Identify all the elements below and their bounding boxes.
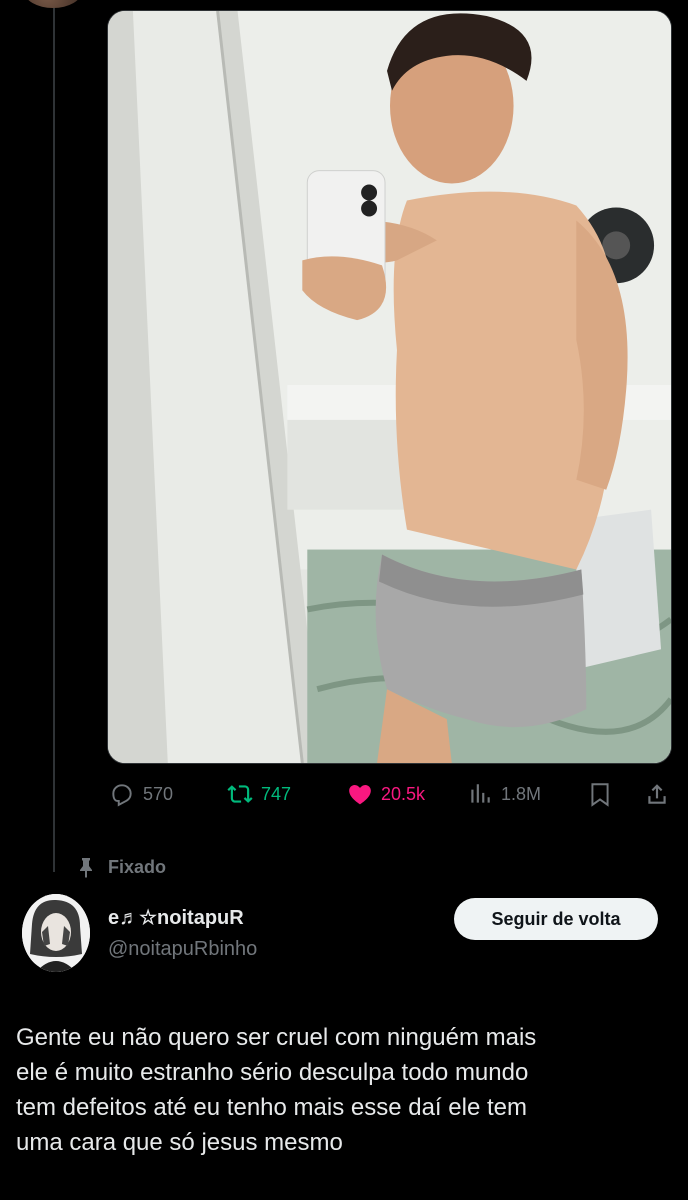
post-text-line: ele é muito estranho sério desculpa todo… — [16, 1059, 529, 1086]
post-media-photo[interactable] — [107, 10, 672, 764]
pinned-indicator: Fixado — [76, 856, 166, 878]
reply-icon — [112, 784, 132, 807]
pin-icon — [80, 858, 92, 878]
pinned-label: Fixado — [108, 856, 167, 877]
previous-author-avatar[interactable] — [24, 0, 82, 8]
thread-line — [53, 0, 55, 872]
post-text-line: Gente eu não quero ser cruel com ninguém… — [16, 1024, 537, 1051]
post-text-line: tem defeitos até eu tenho mais esse daí … — [16, 1094, 527, 1121]
like-icon — [349, 785, 371, 805]
bookmark-button[interactable] — [587, 776, 613, 812]
like-button[interactable]: 20.5k — [347, 776, 425, 812]
post-text: Gente eu não quero ser cruel com ninguém… — [16, 1020, 666, 1160]
share-button[interactable] — [644, 776, 670, 812]
views-count: 1.8M — [501, 783, 542, 804]
author-handle[interactable]: @noitapuRbinho — [108, 938, 257, 961]
follow-back-button[interactable]: Seguir de volta — [454, 898, 658, 940]
like-count: 20.5k — [381, 783, 426, 804]
views-button[interactable]: 1.8M — [467, 776, 541, 812]
repost-icon — [227, 785, 253, 803]
views-icon — [471, 784, 490, 803]
author-display-name[interactable]: e♬☆noitapuR — [108, 905, 244, 930]
bookmark-icon — [591, 783, 609, 807]
author-avatar[interactable] — [22, 894, 90, 972]
reply-count: 570 — [143, 783, 174, 804]
repost-count: 747 — [261, 783, 292, 804]
post-text-line: uma cara que só jesus mesmo — [16, 1129, 343, 1156]
post-action-bar: 570 747 20.5k 1.8M — [107, 776, 672, 812]
share-icon — [648, 784, 666, 804]
repost-button[interactable]: 747 — [227, 776, 291, 812]
reply-button[interactable]: 570 — [109, 776, 173, 812]
